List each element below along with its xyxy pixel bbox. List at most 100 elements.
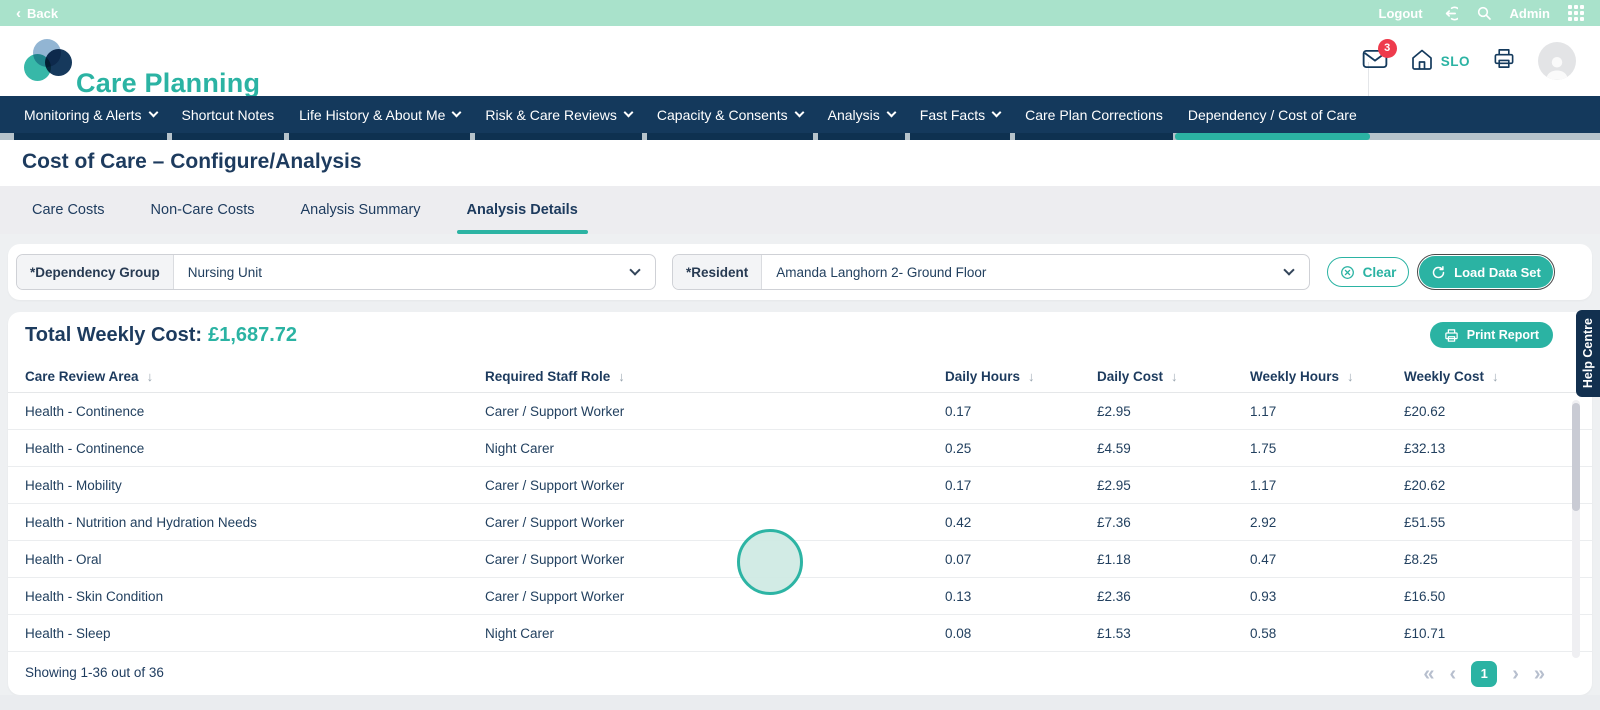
cell-required-staff-role: Night Carer xyxy=(485,626,945,641)
first-page-icon[interactable]: « xyxy=(1423,664,1434,684)
column-header-label: Daily Hours xyxy=(945,369,1020,384)
showing-count-label: Showing 1-36 out of 36 xyxy=(25,665,164,680)
column-header-weekly-cost[interactable]: Weekly Cost ↓ xyxy=(1404,369,1592,384)
analysis-details-card: Total Weekly Cost:£1,687.72 Print Report… xyxy=(8,312,1592,695)
search-icon[interactable] xyxy=(1476,5,1492,21)
tab-analysis-details[interactable]: Analysis Details xyxy=(457,186,588,234)
resident-select[interactable]: *Resident Amanda Langhorn 2- Ground Floo… xyxy=(672,254,1310,290)
column-header-daily-cost[interactable]: Daily Cost ↓ xyxy=(1097,369,1250,384)
scrollbar-thumb[interactable] xyxy=(1572,403,1580,511)
app-title: Care Planning xyxy=(76,68,260,99)
tab-analysis-summary[interactable]: Analysis Summary xyxy=(290,186,430,234)
table-row[interactable]: Health - Skin ConditionCarer / Support W… xyxy=(8,578,1592,615)
bottom-strip xyxy=(0,695,1600,710)
admin-menu[interactable]: Admin xyxy=(1510,6,1550,21)
table-row[interactable]: Health - MobilityCarer / Support Worker0… xyxy=(8,467,1592,504)
nav-item-dependency-cost-of-care[interactable]: Dependency / Cost of Care xyxy=(1188,96,1357,133)
filter-card: *Dependency Group Nursing Unit *Resident… xyxy=(8,244,1592,300)
next-page-icon[interactable]: › xyxy=(1512,664,1519,684)
help-centre-tab[interactable]: Help Centre xyxy=(1576,310,1600,397)
table-row[interactable]: Health - SleepNight Carer0.08£1.530.58£1… xyxy=(8,615,1592,652)
summary-row: Total Weekly Cost:£1,687.72 Print Report xyxy=(8,312,1592,360)
sort-icon[interactable]: ↓ xyxy=(147,369,154,384)
nav-item-analysis[interactable]: Analysis xyxy=(828,96,895,133)
print-report-button[interactable]: Print Report xyxy=(1430,322,1553,348)
clear-circle-x-icon xyxy=(1340,265,1355,280)
nav-item-fast-facts[interactable]: Fast Facts xyxy=(920,96,1000,133)
nav-item-care-plan-corrections[interactable]: Care Plan Corrections xyxy=(1025,96,1163,133)
refresh-icon xyxy=(1431,265,1446,280)
home-button[interactable]: SLO xyxy=(1410,48,1470,75)
sort-icon[interactable]: ↓ xyxy=(618,369,625,384)
column-header-label: Care Review Area xyxy=(25,369,139,384)
column-header-care-review-area[interactable]: Care Review Area ↓ xyxy=(25,369,485,384)
column-header-required-staff-role[interactable]: Required Staff Role↓ xyxy=(485,369,945,384)
chevron-down-icon xyxy=(452,108,462,118)
back-button[interactable]: ‹ Back xyxy=(16,6,58,21)
sort-icon[interactable]: ↓ xyxy=(1171,369,1178,384)
table-row[interactable]: Health - OralCarer / Support Worker0.07£… xyxy=(8,541,1592,578)
cell-daily-hours: 0.25 xyxy=(945,441,1097,456)
cell-daily-hours: 0.07 xyxy=(945,552,1097,567)
sort-icon[interactable]: ↓ xyxy=(1028,369,1035,384)
app-logo xyxy=(24,39,74,83)
table-body: Health - ContinenceCarer / Support Worke… xyxy=(8,393,1592,652)
nav-item-risk-care-reviews[interactable]: Risk & Care Reviews xyxy=(485,96,631,133)
cell-weekly-hours: 2.92 xyxy=(1250,515,1404,530)
help-centre-label: Help Centre xyxy=(1581,318,1595,388)
current-page-button[interactable]: 1 xyxy=(1471,661,1497,687)
nav-item-monitoring-alerts[interactable]: Monitoring & Alerts xyxy=(24,96,157,133)
top-utility-bar: ‹ Back Logout Admin xyxy=(0,0,1600,26)
cell-required-staff-role: Night Carer xyxy=(485,441,945,456)
cell-daily-cost: £1.18 xyxy=(1097,552,1250,567)
column-header-label: Daily Cost xyxy=(1097,369,1163,384)
cell-weekly-cost: £20.62 xyxy=(1404,478,1592,493)
nav-item-capacity-consents[interactable]: Capacity & Consents xyxy=(657,96,803,133)
tab-non-care-costs[interactable]: Non-Care Costs xyxy=(141,186,265,234)
cell-weekly-cost: £32.13 xyxy=(1404,441,1592,456)
last-page-icon[interactable]: » xyxy=(1534,664,1545,684)
cell-daily-cost: £2.36 xyxy=(1097,589,1250,604)
app-header: Care Planning 3 SLO xyxy=(0,26,1600,96)
cell-daily-cost: £2.95 xyxy=(1097,404,1250,419)
cell-daily-cost: £2.95 xyxy=(1097,478,1250,493)
tab-bar: Care Costs Non-Care Costs Analysis Summary… xyxy=(0,186,1600,234)
nav-item-label: Analysis xyxy=(828,107,880,123)
logout-button[interactable]: Logout xyxy=(1379,6,1423,21)
cell-weekly-cost: £10.71 xyxy=(1404,626,1592,641)
column-header-daily-hours[interactable]: Daily Hours ↓ xyxy=(945,369,1097,384)
table-scrollbar[interactable] xyxy=(1572,400,1580,658)
nav-item-label: Fast Facts xyxy=(920,107,985,123)
cell-daily-cost: £7.36 xyxy=(1097,515,1250,530)
column-header-weekly-hours[interactable]: Weekly Hours↓ xyxy=(1250,369,1404,384)
avatar[interactable] xyxy=(1538,42,1576,80)
nav-item-life-history-about-me[interactable]: Life History & About Me xyxy=(299,96,460,133)
print-icon[interactable] xyxy=(1492,47,1516,75)
cell-required-staff-role: Carer / Support Worker xyxy=(485,478,945,493)
cell-care-review-area: Health - Nutrition and Hydration Needs xyxy=(25,515,485,530)
cell-weekly-hours: 1.17 xyxy=(1250,478,1404,493)
logout-icon[interactable] xyxy=(1441,5,1458,22)
main-nav: Monitoring & Alerts Shortcut Notes Life Hi… xyxy=(0,96,1600,133)
sort-icon[interactable]: ↓ xyxy=(1492,369,1499,384)
clear-button[interactable]: Clear xyxy=(1327,257,1409,287)
nav-item-shortcut-notes[interactable]: Shortcut Notes xyxy=(182,96,275,133)
tab-care-costs[interactable]: Care Costs xyxy=(22,186,115,234)
sort-icon[interactable]: ↓ xyxy=(1347,369,1354,384)
page-title: Cost of Care – Configure/Analysis xyxy=(22,150,362,174)
table-row[interactable]: Health - ContinenceNight Carer0.25£4.591… xyxy=(8,430,1592,467)
chevron-down-icon xyxy=(886,108,896,118)
column-header-label: Weekly Cost xyxy=(1404,369,1484,384)
cell-weekly-cost: £16.50 xyxy=(1404,589,1592,604)
home-icon xyxy=(1410,48,1434,75)
table-row[interactable]: Health - ContinenceCarer / Support Worke… xyxy=(8,393,1592,430)
previous-page-icon[interactable]: ‹ xyxy=(1450,664,1457,684)
table-row[interactable]: Health - Nutrition and Hydration NeedsCa… xyxy=(8,504,1592,541)
apps-grid-icon[interactable] xyxy=(1568,5,1584,21)
total-weekly-cost-label: Total Weekly Cost: xyxy=(25,324,202,346)
mail-badge: 3 xyxy=(1378,39,1397,58)
messages-button[interactable]: 3 xyxy=(1362,48,1388,75)
dependency-group-select[interactable]: *Dependency Group Nursing Unit xyxy=(16,254,656,290)
print-report-label: Print Report xyxy=(1467,328,1539,342)
load-data-set-button[interactable]: Load Data Set xyxy=(1419,256,1553,288)
